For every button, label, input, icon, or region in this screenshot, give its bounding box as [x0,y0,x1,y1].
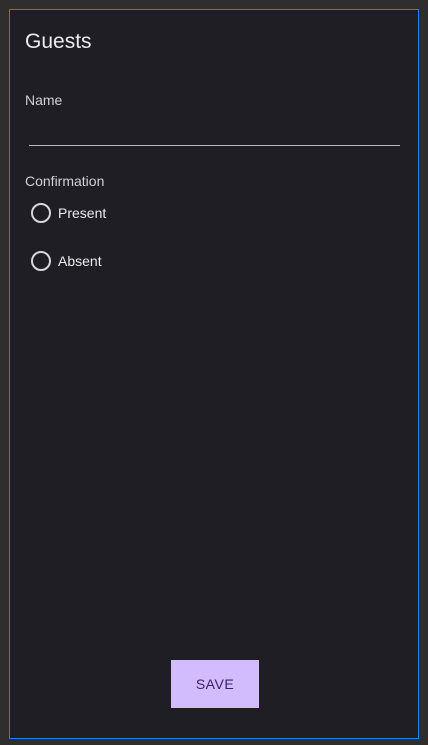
radio-absent-label: Absent [58,253,102,269]
radio-button-unchecked-icon[interactable] [31,251,51,271]
radio-present[interactable]: Present [31,203,106,223]
confirmation-label: Confirmation [25,173,105,189]
name-input[interactable] [29,118,400,146]
radio-absent[interactable]: Absent [31,251,102,271]
page-title: Guests [25,30,92,53]
radio-present-label: Present [58,205,107,221]
radio-button-unchecked-icon[interactable] [31,203,51,223]
save-button[interactable]: SAVE [171,660,259,708]
guests-form-panel: Guests Name Confirmation Present Absent … [9,9,419,739]
name-field-label: Name [25,92,63,108]
